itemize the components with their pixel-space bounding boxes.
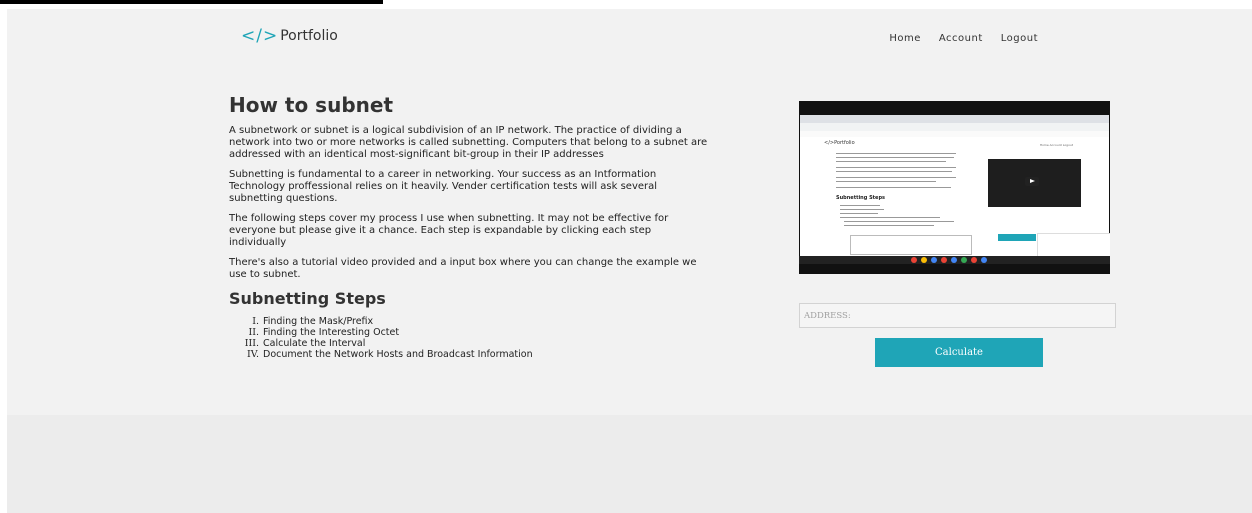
steps-intro-paragraph: The following steps cover my process I u… <box>229 213 669 248</box>
video-text-line <box>844 221 954 222</box>
video-text-line <box>836 161 946 162</box>
article: How to subnet A subnetwork or subnet is … <box>229 93 709 360</box>
top-black-strip <box>0 0 383 4</box>
video-inner-logo: </>Portfolio <box>824 140 855 146</box>
step-label: Calculate the Interval <box>263 338 366 349</box>
site-logo[interactable]: </> Portfolio <box>241 26 338 46</box>
address-input[interactable] <box>799 303 1116 328</box>
logo-text: Portfolio <box>280 28 338 44</box>
step-number: IV. <box>247 349 259 360</box>
footer <box>7 415 1252 513</box>
video-text-line <box>836 157 954 158</box>
video-text-line <box>836 167 956 168</box>
video-text-line <box>836 187 951 188</box>
code-brackets-icon: </> <box>241 26 279 46</box>
steps-title: Subnetting Steps <box>229 289 386 308</box>
video-inner-button <box>998 234 1036 241</box>
video-frame-screen: </>Portfolio Home Account Logout Subnett… <box>800 115 1110 257</box>
step-number: II. <box>248 327 259 338</box>
video-text-line <box>844 225 934 226</box>
step-number: III. <box>244 338 259 349</box>
page-title: How to subnet <box>229 93 394 117</box>
taskbar-app-icon <box>961 257 967 263</box>
video-text-line <box>836 171 952 172</box>
video-text-line <box>840 209 884 210</box>
video-inner-table <box>850 235 972 255</box>
step-label: Document the Network Hosts and Broadcast… <box>263 349 533 360</box>
calculate-button[interactable]: Calculate <box>875 338 1043 367</box>
taskbar-app-icon <box>981 257 987 263</box>
video-text-line <box>840 217 940 218</box>
video-browser-tabs <box>800 115 1109 123</box>
career-paragraph: Subnetting is fundamental to a career in… <box>229 169 658 204</box>
video-inner-title: Subnetting Steps <box>836 195 886 201</box>
nav-account-link[interactable]: Account <box>939 33 983 44</box>
intro-paragraph: A subnetwork or subnet is a logical subd… <box>229 125 708 160</box>
step-number: I. <box>252 316 259 327</box>
video-text-line <box>840 213 878 214</box>
video-text-line <box>836 181 936 182</box>
video-inner-popup <box>1037 233 1110 257</box>
step-label: Finding the Interesting Octet <box>263 327 400 338</box>
video-browser-bookmarks <box>800 131 1109 137</box>
step-item[interactable]: I. Finding the Mask/Prefix <box>229 316 709 327</box>
video-browser-address-bar <box>800 123 1109 131</box>
taskbar-app-icon <box>971 257 977 263</box>
video-taskbar <box>799 256 1110 264</box>
video-text-line <box>840 205 880 206</box>
taskbar-youtube-icon <box>941 257 947 263</box>
step-item[interactable]: IV. Document the Network Hosts and Broad… <box>229 349 709 360</box>
step-item[interactable]: II. Finding the Interesting Octet <box>229 327 709 338</box>
step-item[interactable]: III. Calculate the Interval <box>229 338 709 349</box>
nav-logout-link[interactable]: Logout <box>1001 33 1038 44</box>
taskbar-mail-icon <box>921 257 927 263</box>
taskbar-docs-icon <box>931 257 937 263</box>
nav-home-link[interactable]: Home <box>889 33 921 44</box>
taskbar-chrome-icon <box>911 257 917 263</box>
steps-list: I. Finding the Mask/Prefix II. Finding t… <box>229 316 709 360</box>
video-inner-player <box>988 159 1081 207</box>
step-label: Finding the Mask/Prefix <box>263 316 374 327</box>
tutorial-video[interactable]: </>Portfolio Home Account Logout Subnett… <box>799 101 1110 274</box>
play-icon <box>1025 177 1039 186</box>
page: </> Portfolio Home Account Logout How to… <box>7 9 1252 513</box>
tutorial-paragraph: There's also a tutorial video provided a… <box>229 257 697 280</box>
top-nav: Home Account Logout <box>889 33 1038 44</box>
taskbar-app-icon <box>951 257 957 263</box>
video-text-line <box>836 177 956 178</box>
video-text-line <box>836 153 956 154</box>
video-inner-nav: Home Account Logout <box>1039 143 1073 147</box>
